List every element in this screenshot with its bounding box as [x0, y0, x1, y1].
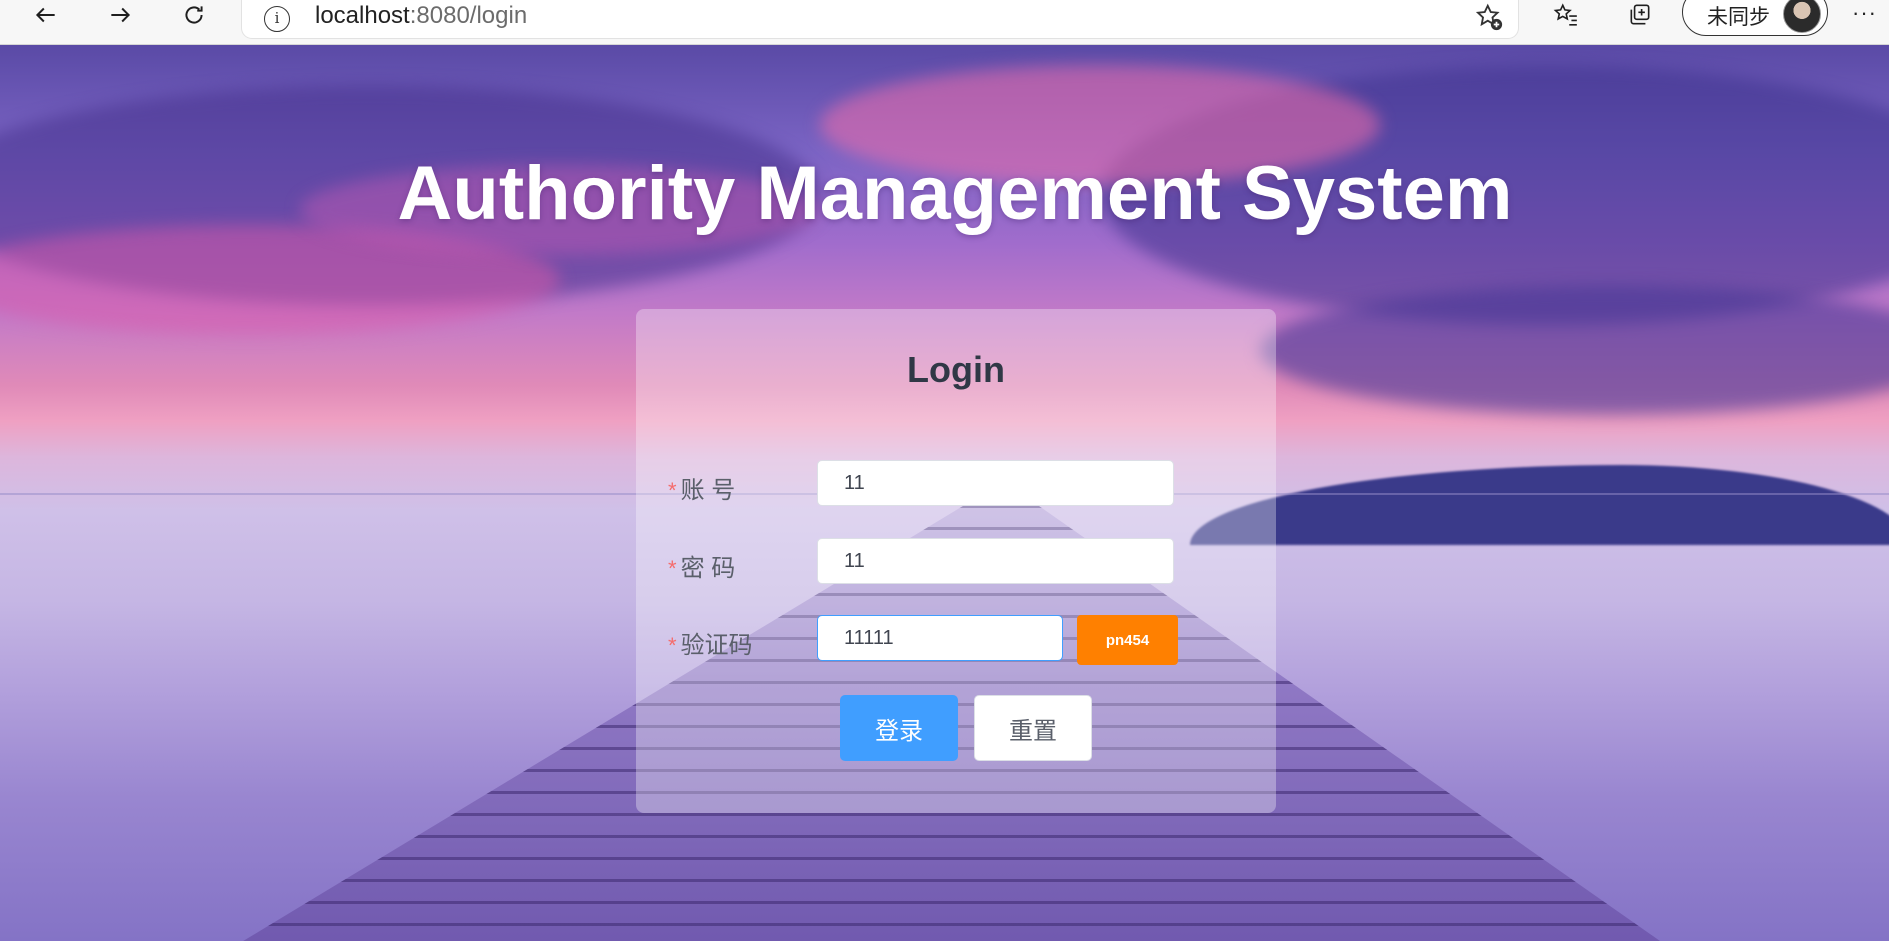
forward-button[interactable]: [98, 0, 142, 30]
favorites-icon: [1553, 3, 1577, 26]
back-button[interactable]: [24, 0, 68, 30]
required-mark: *: [668, 633, 677, 658]
sync-label: 未同步: [1707, 6, 1770, 29]
cloud-shape: [1260, 285, 1889, 415]
add-favorite-icon[interactable]: [1474, 2, 1504, 32]
refresh-button[interactable]: [172, 0, 216, 30]
captcha-label-text: 验证码: [680, 632, 753, 659]
login-title: Login: [907, 349, 1005, 390]
url-path: :8080/login: [409, 2, 528, 29]
favorites-button[interactable]: [1544, 0, 1588, 30]
account-input[interactable]: [817, 460, 1174, 506]
login-card: Login *账 号 *密 码 *验证码 pn454 登录 重置: [636, 309, 1276, 813]
login-button[interactable]: 登录: [840, 695, 958, 761]
sync-profile-button[interactable]: 未同步: [1682, 0, 1828, 36]
reset-button[interactable]: 重置: [974, 695, 1092, 761]
collections-icon: [1630, 4, 1650, 25]
password-input[interactable]: [817, 538, 1174, 584]
back-icon: [35, 7, 55, 23]
password-row: * 密 码: [636, 538, 1276, 586]
captcha-input[interactable]: [817, 615, 1063, 661]
captcha-row: *验证码 pn454: [636, 615, 1276, 665]
forward-icon: [111, 7, 131, 23]
account-label-text: 账 号: [680, 477, 736, 504]
account-row: * 账 号: [636, 460, 1276, 508]
address-bar[interactable]: i localhost:8080/login: [242, 0, 1518, 38]
more-icon[interactable]: ···: [1852, 0, 1877, 26]
avatar: [1783, 0, 1821, 33]
address-url[interactable]: localhost:8080/login: [315, 2, 527, 30]
password-label: * 密 码: [668, 548, 735, 583]
captcha-label: * 验证码: [668, 625, 753, 660]
password-label-text: 密 码: [680, 555, 736, 582]
refresh-icon: [185, 6, 203, 24]
account-label: * 账 号: [668, 470, 735, 505]
required-mark: *: [668, 556, 677, 581]
info-icon[interactable]: i: [264, 6, 290, 32]
url-host: localhost: [315, 2, 410, 29]
captcha-image[interactable]: pn454: [1077, 615, 1178, 665]
mountain-silhouette: [1190, 465, 1889, 545]
page-title: Authority Management System: [397, 151, 1513, 236]
collections-button[interactable]: [1618, 0, 1662, 30]
required-mark: *: [668, 478, 677, 503]
browser-toolbar: i localhost:8080/login 未同步 ···: [0, 0, 1889, 45]
